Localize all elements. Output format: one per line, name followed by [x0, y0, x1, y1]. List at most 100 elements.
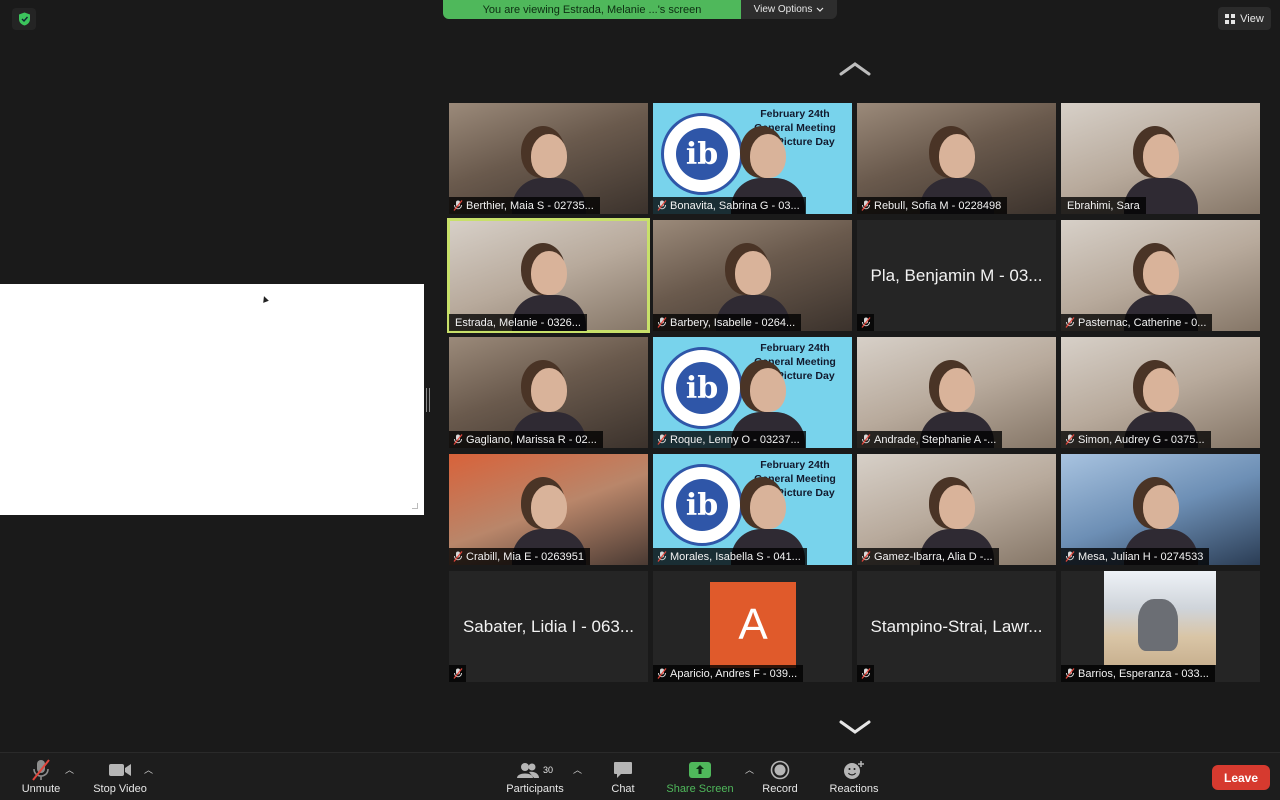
participant-name: Pasternac, Catherine - 0... [1078, 316, 1207, 329]
chat-button[interactable]: Chat [605, 757, 641, 795]
participant-tile[interactable]: Gagliano, Marissa R - 02... [449, 337, 648, 448]
participant-tile[interactable]: Ebrahimi, Sara [1061, 103, 1260, 214]
participant-tile[interactable]: Simon, Audrey G - 0375... [1061, 337, 1260, 448]
stop-video-label: Stop Video [93, 783, 147, 795]
viewing-screen-text: You are viewing Estrada, Melanie ...'s s… [443, 0, 741, 19]
participant-tile[interactable]: Estrada, Melanie - 0326... [447, 218, 650, 333]
participant-display-name: Stampino-Strai, Lawr... [870, 616, 1043, 636]
muted-microphone-icon [857, 314, 874, 331]
participant-name: Aparicio, Andres F - 039... [670, 667, 798, 680]
screen-share-banner: You are viewing Estrada, Melanie ...'s s… [443, 0, 837, 19]
muted-microphone-icon [657, 200, 667, 211]
participant-tile[interactable]: ib February 24th General Meeting and Pict… [653, 103, 852, 214]
participant-tile[interactable]: A Aparicio, Andres F - 039... [653, 571, 852, 682]
muted-microphone-icon [657, 668, 667, 679]
participant-name-label: Ebrahimi, Sara [1061, 197, 1146, 214]
record-icon [770, 760, 790, 780]
participant-name-label: Berthier, Maia S - 02735... [449, 197, 600, 214]
participant-name-label: Morales, Isabella S - 041... [653, 548, 807, 565]
participant-tile[interactable]: Rebull, Sofia M - 0228498 [857, 103, 1056, 214]
participant-name: Berthier, Maia S - 02735... [466, 199, 594, 212]
reactions-label: Reactions [829, 783, 879, 795]
participant-name: Ebrahimi, Sara [1067, 199, 1140, 212]
share-options-caret-icon[interactable]: ︿ [745, 763, 754, 776]
participant-display-name: Pla, Benjamin M - 03... [870, 265, 1043, 285]
participant-name-label: Barrios, Esperanza - 033... [1061, 665, 1215, 682]
participant-name-label: Aparicio, Andres F - 039... [653, 665, 804, 682]
participant-tile[interactable]: Crabill, Mia E - 0263951 [449, 454, 648, 565]
share-screen-button[interactable]: Share Screen [665, 757, 735, 795]
participant-name: Roque, Lenny O - 03237... [670, 433, 800, 446]
participant-tile[interactable]: Sabater, Lidia I - 063... [449, 571, 648, 682]
participant-name-label: Mesa, Julian H - 0274533 [1061, 548, 1210, 565]
muted-microphone-icon [449, 665, 466, 682]
shared-screen[interactable] [0, 284, 424, 515]
participant-name: Estrada, Melanie - 0326... [455, 316, 581, 329]
stop-video-button[interactable]: Stop Video [92, 757, 148, 795]
muted-microphone-icon [657, 317, 667, 328]
participant-tile[interactable]: Andrade, Stephanie A -... [857, 337, 1056, 448]
muted-microphone-icon [1065, 434, 1075, 445]
muted-microphone-icon [453, 434, 463, 445]
record-button[interactable]: Record [760, 757, 800, 795]
participant-name-label: Andrade, Stephanie A -... [857, 431, 1003, 448]
participant-name-label: Pasternac, Catherine - 0... [1061, 314, 1213, 331]
reactions-button[interactable]: Reactions [826, 757, 882, 795]
chevron-down-icon [816, 7, 824, 12]
participant-tile[interactable]: Berthier, Maia S - 02735... [449, 103, 648, 214]
participant-name-label: Estrada, Melanie - 0326... [449, 314, 587, 331]
security-shield-icon[interactable] [12, 8, 36, 30]
participant-tile[interactable]: Barbery, Isabelle - 0264... [653, 220, 852, 331]
participants-options-caret-icon[interactable]: ︿ [573, 763, 582, 776]
participant-tile[interactable]: Barrios, Esperanza - 033... [1061, 571, 1260, 682]
panel-splitter[interactable] [426, 388, 430, 412]
muted-microphone-icon [861, 434, 871, 445]
participant-tile[interactable]: Pasternac, Catherine - 0... [1061, 220, 1260, 331]
participant-tile[interactable]: ib February 24th General Meeting and Pict… [653, 454, 852, 565]
participant-name-label: Gagliano, Marissa R - 02... [449, 431, 603, 448]
participants-button[interactable]: 30 Participants [505, 757, 565, 795]
muted-microphone-icon [861, 200, 871, 211]
leave-button[interactable]: Leave [1212, 765, 1270, 790]
participant-name-label: Crabill, Mia E - 0263951 [449, 548, 591, 565]
participant-avatar: A [710, 582, 796, 668]
participant-name: Gagliano, Marissa R - 02... [466, 433, 597, 446]
remote-cursor-icon [261, 295, 269, 303]
audio-options-caret-icon[interactable]: ︿ [65, 763, 74, 776]
participant-grid: Berthier, Maia S - 02735... ib February 24… [447, 103, 1260, 682]
participant-display-name: Sabater, Lidia I - 063... [462, 616, 635, 636]
participant-tile[interactable]: Stampino-Strai, Lawr... [857, 571, 1056, 682]
participant-name: Andrade, Stephanie A -... [874, 433, 997, 446]
muted-microphone-icon [453, 551, 463, 562]
muted-microphone-icon [32, 759, 50, 781]
meeting-stage: You are viewing Estrada, Melanie ...'s s… [0, 0, 1280, 752]
participant-name: Gamez-Ibarra, Alia D -... [874, 550, 993, 563]
participants-icon [516, 763, 539, 778]
video-camera-icon [109, 764, 131, 776]
participant-name-label: Bonavita, Sabrina G - 03... [653, 197, 806, 214]
participants-label: Participants [506, 783, 564, 795]
participant-name: Morales, Isabella S - 041... [670, 550, 801, 563]
grid-view-icon [1225, 13, 1236, 24]
participant-name-label: Simon, Audrey G - 0375... [1061, 431, 1211, 448]
unmute-button[interactable]: Unmute [20, 757, 62, 795]
page-up-chevron-icon[interactable] [838, 60, 872, 78]
video-options-caret-icon[interactable]: ︿ [144, 763, 153, 776]
participant-name: Mesa, Julian H - 0274533 [1078, 550, 1204, 563]
unmute-label: Unmute [21, 783, 61, 795]
participant-tile[interactable]: ib February 24th General Meeting and Pict… [653, 337, 852, 448]
meeting-toolbar: Unmute ︿ Stop Video ︿ 30 Participants ︿ … [0, 752, 1280, 800]
participant-tile[interactable]: Pla, Benjamin M - 03... [857, 220, 1056, 331]
participant-tile[interactable]: Mesa, Julian H - 0274533 [1061, 454, 1260, 565]
participants-count: 30 [542, 765, 553, 775]
participant-name-label: Roque, Lenny O - 03237... [653, 431, 806, 448]
participant-tile[interactable]: Gamez-Ibarra, Alia D -... [857, 454, 1056, 565]
view-options-button[interactable]: View Options [741, 0, 837, 19]
resize-handle-icon[interactable] [412, 503, 418, 509]
view-button[interactable]: View [1218, 7, 1271, 30]
chat-bubble-icon [614, 762, 632, 778]
reactions-smiley-icon [844, 761, 864, 779]
chat-label: Chat [611, 783, 635, 795]
dog-profile-photo [1104, 571, 1216, 665]
page-down-chevron-icon[interactable] [838, 718, 872, 736]
